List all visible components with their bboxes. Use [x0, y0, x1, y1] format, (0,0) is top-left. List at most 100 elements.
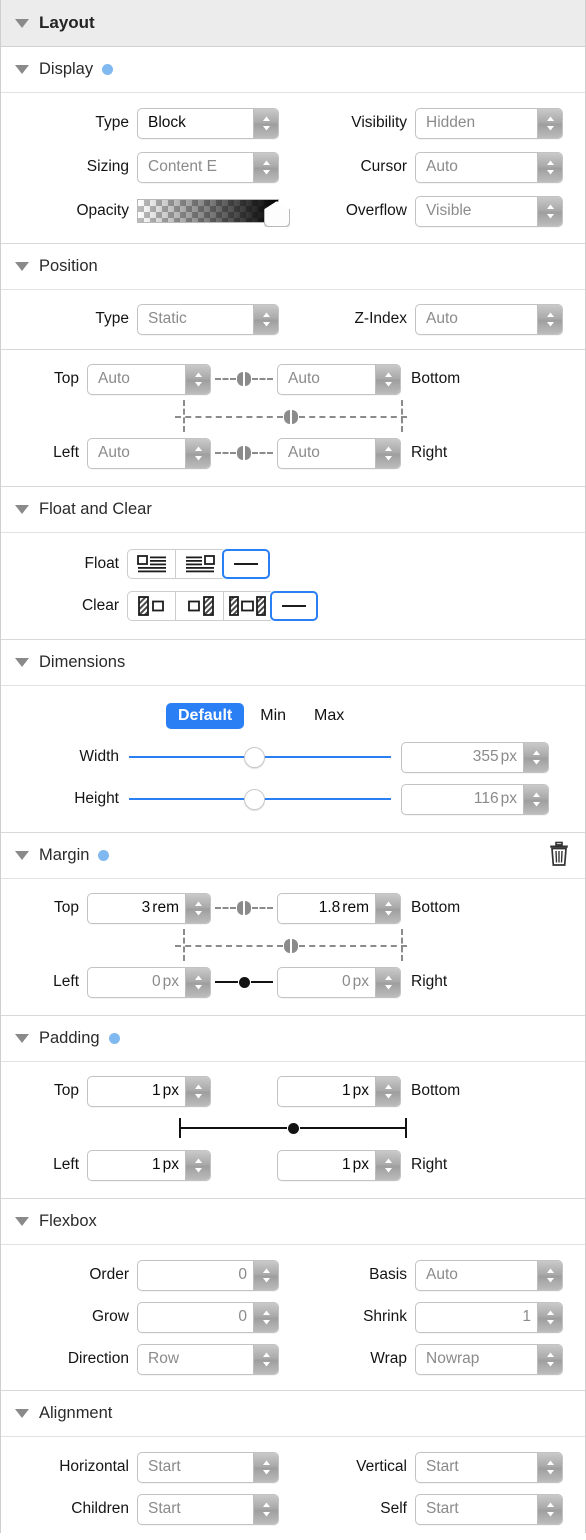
stepper-icon[interactable] [253, 304, 278, 334]
basis-input[interactable]: Auto [415, 1259, 563, 1291]
tab-default[interactable]: Default [166, 703, 245, 729]
clear-none-icon[interactable] [270, 591, 318, 621]
margin-left-input[interactable]: 0 px [87, 966, 211, 998]
disclosure-triangle-icon[interactable] [15, 505, 29, 514]
tab-min[interactable]: Min [248, 703, 298, 729]
vertical-link-connector[interactable] [1, 398, 585, 434]
stepper-icon[interactable] [537, 1344, 562, 1374]
margin-top-bottom-link-connector[interactable] [215, 898, 273, 918]
margin-top-input[interactable]: 3 rem [87, 892, 211, 924]
position-right-input[interactable]: Auto [277, 437, 401, 469]
top-bottom-link-connector[interactable] [215, 369, 273, 389]
float-right-icon[interactable] [175, 549, 223, 579]
self-select[interactable]: Start [415, 1493, 563, 1525]
width-input[interactable]: 355 px [401, 741, 549, 773]
stepper-icon[interactable] [537, 152, 562, 182]
position-section-header[interactable]: Position [1, 244, 585, 290]
clear-both-icon[interactable] [223, 591, 271, 621]
zindex-input[interactable]: Auto [415, 303, 563, 335]
stepper-icon[interactable] [537, 1452, 562, 1482]
position-top-input[interactable]: Auto [87, 363, 211, 395]
float-options-group[interactable] [127, 549, 270, 579]
stepper-icon[interactable] [375, 893, 400, 923]
stepper-icon[interactable] [185, 893, 210, 923]
opacity-slider[interactable] [137, 197, 290, 227]
direction-select[interactable]: Row [137, 1343, 279, 1375]
disclosure-triangle-icon[interactable] [15, 65, 29, 74]
tab-max[interactable]: Max [302, 703, 356, 729]
stepper-icon[interactable] [375, 1150, 400, 1180]
stepper-icon[interactable] [185, 438, 210, 468]
flexbox-section-header[interactable]: Flexbox [1, 1199, 585, 1245]
disclosure-triangle-icon[interactable] [15, 1034, 29, 1043]
stepper-icon[interactable] [253, 1302, 278, 1332]
margin-bottom-input[interactable]: 1.8 rem [277, 892, 401, 924]
stepper-icon[interactable] [375, 967, 400, 997]
margin-section-header[interactable]: Margin [1, 833, 585, 879]
disclosure-triangle-icon[interactable] [15, 1409, 29, 1418]
stepper-icon[interactable] [253, 1260, 278, 1290]
display-type-select[interactable]: Block [137, 107, 279, 139]
padding-left-input[interactable]: 1 px [87, 1149, 211, 1181]
margin-vertical-link-connector[interactable] [1, 927, 585, 963]
position-bottom-input[interactable]: Auto [277, 363, 401, 395]
padding-right-input[interactable]: 1 px [277, 1149, 401, 1181]
dimensions-section-header[interactable]: Dimensions [1, 640, 585, 686]
stepper-icon[interactable] [523, 742, 548, 772]
float-clear-section-header[interactable]: Float and Clear [1, 487, 585, 533]
left-right-link-connector[interactable] [215, 443, 273, 463]
clear-left-icon[interactable] [127, 591, 175, 621]
trash-icon[interactable] [547, 841, 571, 871]
stepper-icon[interactable] [537, 1260, 562, 1290]
horizontal-select[interactable]: Start [137, 1451, 279, 1483]
sizing-select[interactable]: Content E [137, 151, 279, 183]
cursor-select[interactable]: Auto [415, 151, 563, 183]
stepper-icon[interactable] [537, 1302, 562, 1332]
disclosure-triangle-icon[interactable] [15, 1217, 29, 1226]
overflow-select[interactable]: Visible [415, 195, 563, 227]
vertical-select[interactable]: Start [415, 1451, 563, 1483]
alignment-section-header[interactable]: Alignment [1, 1391, 585, 1437]
width-slider[interactable] [129, 746, 391, 768]
stepper-icon[interactable] [537, 196, 562, 226]
width-slider-knob[interactable] [244, 746, 266, 768]
layout-section-header[interactable]: Layout [1, 0, 585, 47]
shrink-input[interactable]: 1 [415, 1301, 563, 1333]
position-type-select[interactable]: Static [137, 303, 279, 335]
stepper-icon[interactable] [375, 438, 400, 468]
display-section-header[interactable]: Display [1, 47, 585, 93]
children-select[interactable]: Start [137, 1493, 279, 1525]
stepper-icon[interactable] [375, 1076, 400, 1106]
stepper-icon[interactable] [185, 967, 210, 997]
height-input[interactable]: 116 px [401, 783, 549, 815]
padding-section-header[interactable]: Padding [1, 1016, 585, 1062]
float-left-icon[interactable] [127, 549, 175, 579]
padding-bottom-input[interactable]: 1 px [277, 1075, 401, 1107]
clear-options-group[interactable] [127, 591, 318, 621]
padding-top-input[interactable]: 1 px [87, 1075, 211, 1107]
stepper-icon[interactable] [253, 108, 278, 138]
disclosure-triangle-icon[interactable] [15, 18, 29, 28]
position-left-input[interactable]: Auto [87, 437, 211, 469]
stepper-icon[interactable] [537, 1494, 562, 1524]
disclosure-triangle-icon[interactable] [15, 851, 29, 860]
margin-right-input[interactable]: 0 px [277, 966, 401, 998]
height-slider-knob[interactable] [244, 788, 266, 810]
stepper-icon[interactable] [185, 1150, 210, 1180]
stepper-icon[interactable] [375, 364, 400, 394]
stepper-icon[interactable] [537, 304, 562, 334]
stepper-icon[interactable] [185, 364, 210, 394]
stepper-icon[interactable] [185, 1076, 210, 1106]
stepper-icon[interactable] [253, 1344, 278, 1374]
disclosure-triangle-icon[interactable] [15, 262, 29, 271]
clear-right-icon[interactable] [175, 591, 223, 621]
disclosure-triangle-icon[interactable] [15, 658, 29, 667]
dimension-mode-tabs[interactable]: Default Min Max [166, 703, 356, 729]
visibility-select[interactable]: Hidden [415, 107, 563, 139]
float-none-icon[interactable] [222, 549, 270, 579]
height-slider[interactable] [129, 788, 391, 810]
stepper-icon[interactable] [253, 1494, 278, 1524]
stepper-icon[interactable] [523, 784, 548, 814]
grow-input[interactable]: 0 [137, 1301, 279, 1333]
margin-left-right-link-connector[interactable] [215, 972, 273, 992]
